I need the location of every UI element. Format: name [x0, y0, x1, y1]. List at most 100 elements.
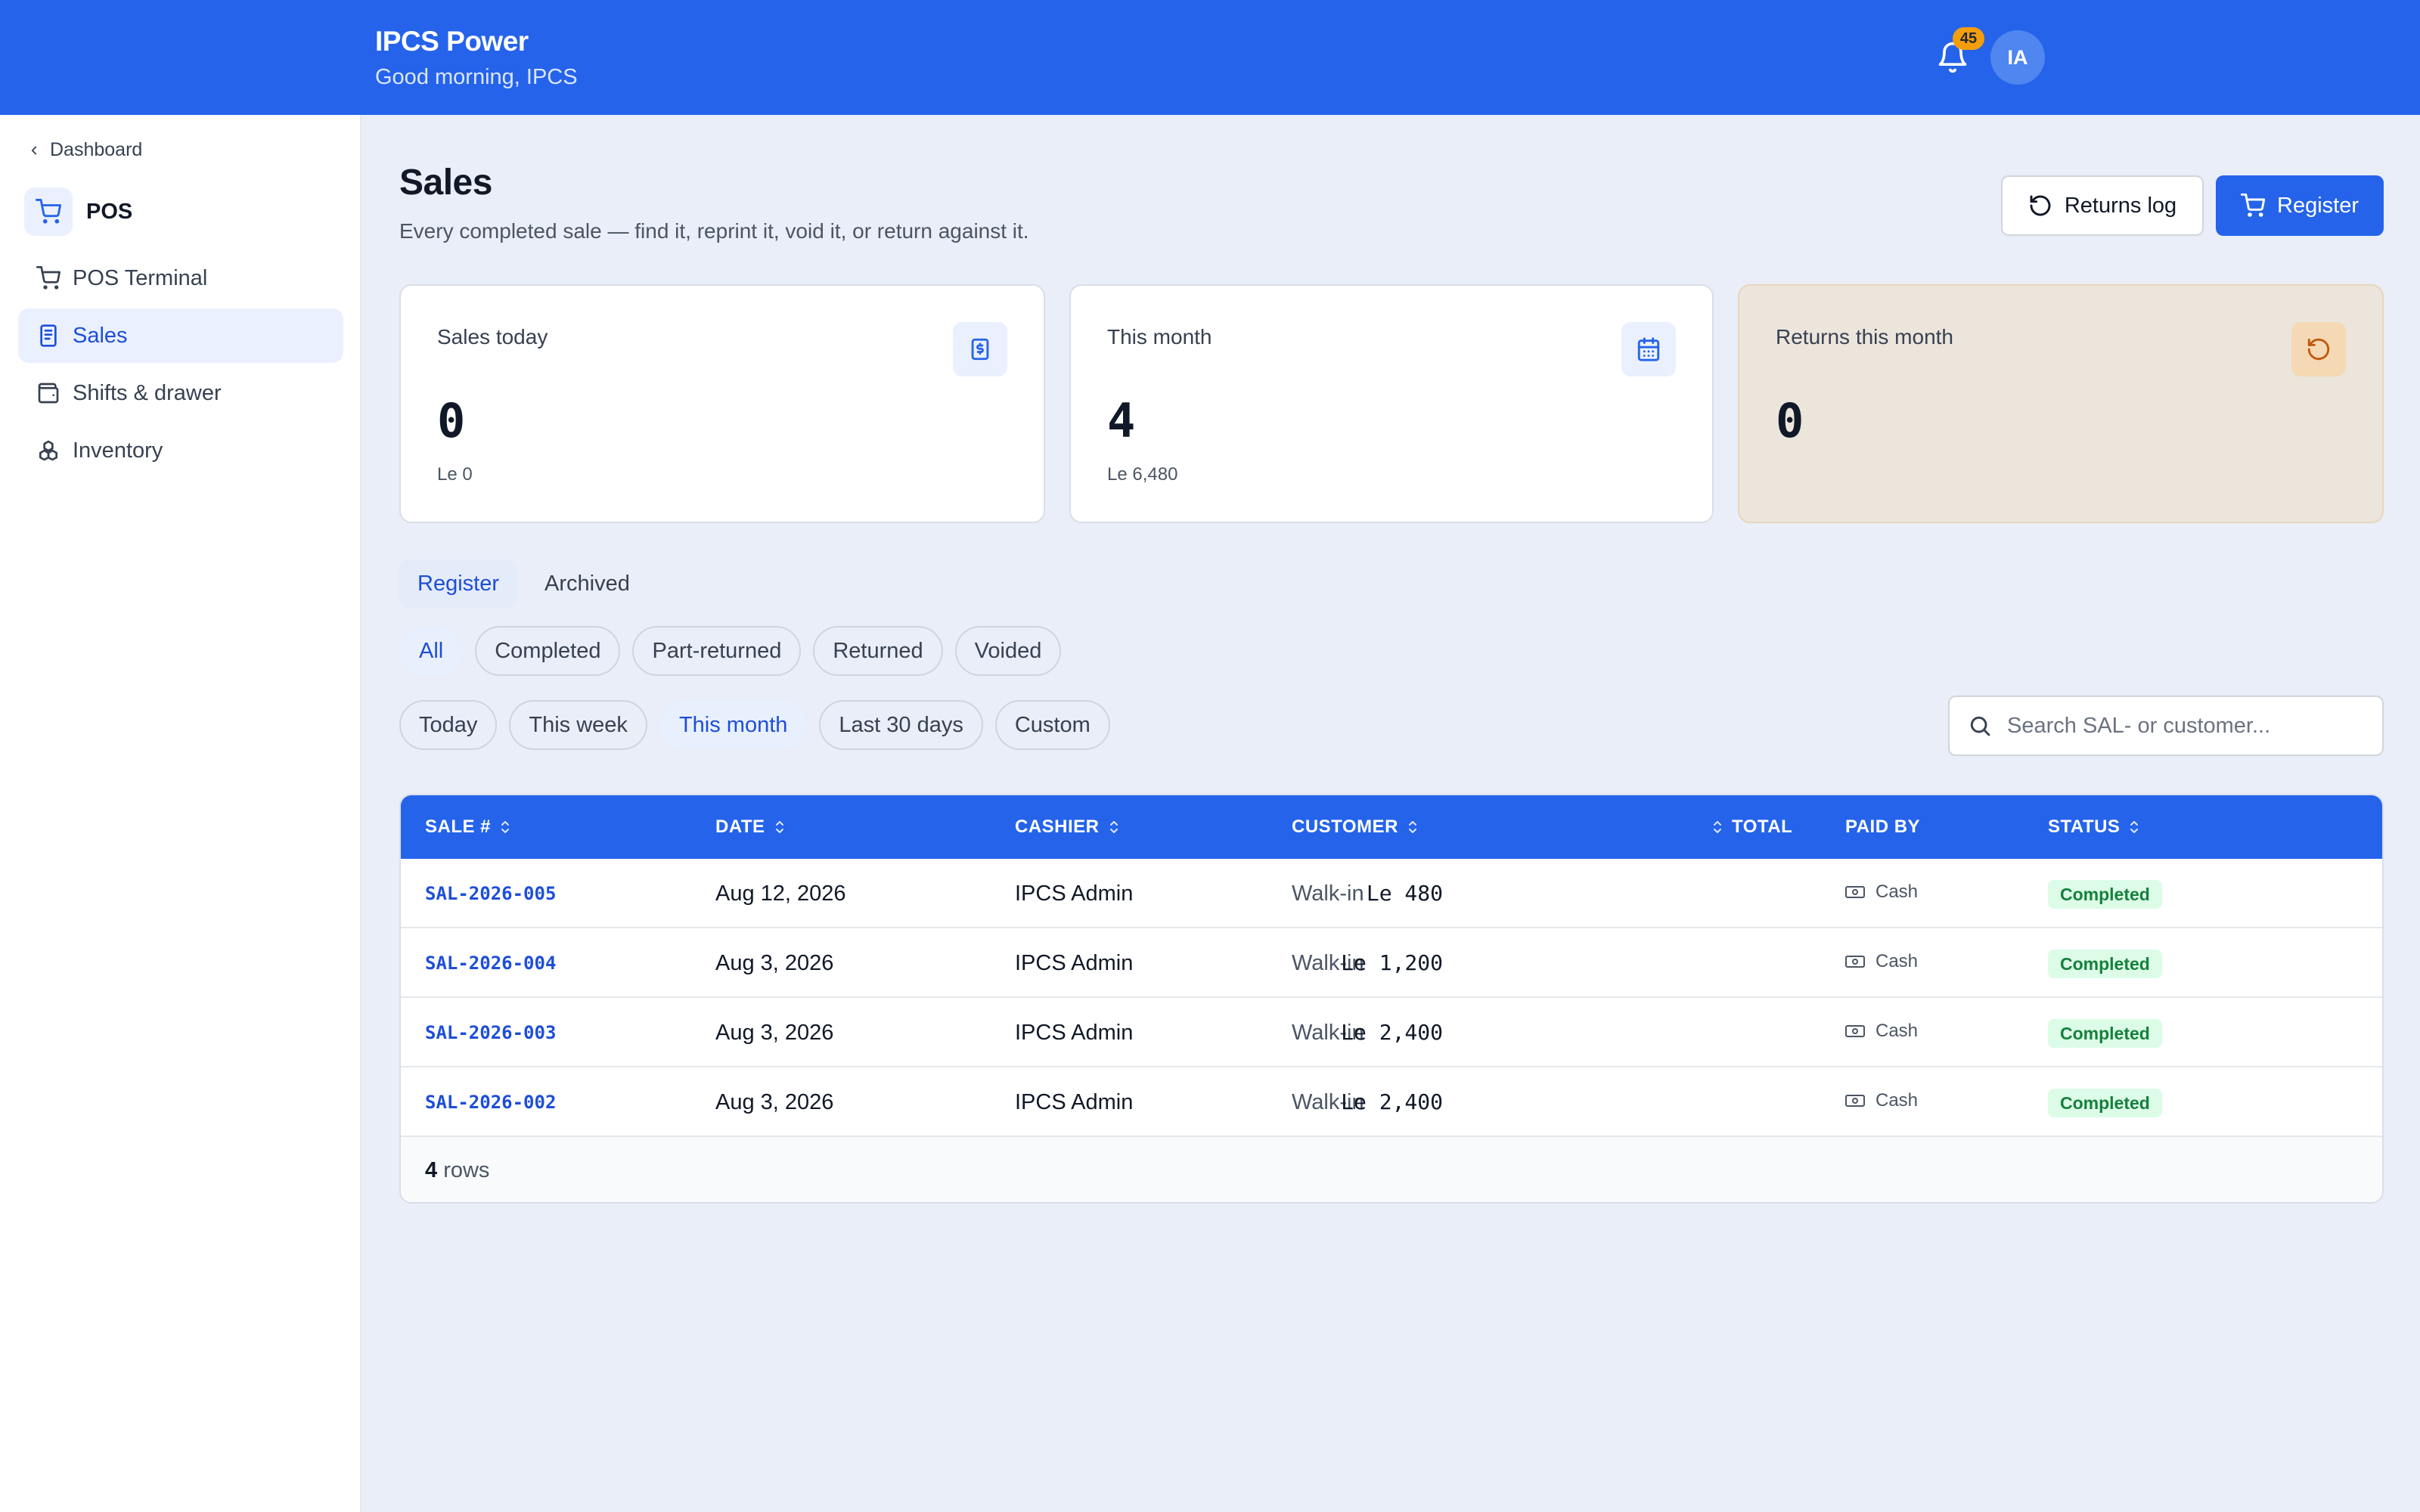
stat-value: 0: [437, 393, 466, 448]
stat-card-this-month: This month 4 Le 6,480: [1069, 284, 1714, 523]
table-header: SALE # DATE CASHIER CUSTOMER TOTAL PAID …: [401, 795, 2382, 859]
table-footer: 4 rows: [401, 1137, 2382, 1202]
status-badge: Completed: [2048, 880, 2162, 909]
column-label: DATE: [715, 816, 765, 837]
column-header-customer[interactable]: CUSTOMER: [1292, 795, 1418, 859]
sidebar-item-label: POS Terminal: [73, 265, 208, 290]
date-filter-group: Today This week This month Last 30 days …: [399, 700, 1110, 750]
brand: IPCS Power Good morning, IPCS: [375, 26, 578, 90]
cart-icon: [24, 187, 73, 236]
register-label: Register: [2277, 193, 2359, 218]
filter-status-completed[interactable]: Completed: [475, 626, 621, 676]
stat-label: Returns this month: [1776, 325, 1953, 349]
column-label: TOTAL: [1732, 816, 1793, 837]
module-label: POS: [86, 199, 133, 224]
receipt-icon: [40, 324, 57, 347]
stat-label: This month: [1107, 325, 1212, 349]
sidebar-item-label: Shifts & drawer: [73, 380, 222, 405]
search-icon: [1970, 716, 1990, 736]
status-filter-group: All Completed Part-returned Returned Voi…: [399, 626, 1062, 676]
sort-icon: [2130, 821, 2139, 833]
undo-icon: [2291, 322, 2346, 376]
table-row[interactable]: SAL-2026-005 Aug 12, 2026 IPCS Admin Wal…: [401, 859, 2382, 928]
sale-date: Aug 3, 2026: [715, 1090, 834, 1114]
stat-sub: Le 6,480: [1107, 464, 1178, 485]
filter-status-voided[interactable]: Voided: [954, 626, 1062, 676]
status-badge: Completed: [2048, 1019, 2162, 1048]
back-to-dashboard-link[interactable]: Dashboard: [27, 139, 142, 161]
paid-by-label: Cash: [1876, 1090, 1919, 1111]
stat-card-sales-today: Sales today 0 Le 0: [399, 284, 1045, 523]
table-row[interactable]: SAL-2026-004 Aug 3, 2026 IPCS Admin Walk…: [401, 928, 2382, 998]
row-count-label: rows: [443, 1158, 490, 1182]
stat-label: Sales today: [437, 325, 548, 349]
sidebar-nav: POS Terminal Sales Shifts & drawer Inven…: [18, 251, 343, 481]
stat-value: 0: [1776, 393, 1804, 448]
sale-number-link[interactable]: SAL-2026-004: [425, 928, 556, 998]
returns-log-button[interactable]: Returns log: [2001, 175, 2204, 236]
sale-total: Le 2,400: [1341, 1089, 1443, 1114]
cash-icon: [1845, 1095, 1865, 1107]
search-box: [1948, 696, 2384, 756]
cart-icon: [36, 266, 60, 290]
sort-icon: [1714, 821, 1721, 833]
sale-cashier: IPCS Admin: [1015, 1021, 1134, 1045]
table-row[interactable]: SAL-2026-002 Aug 3, 2026 IPCS Admin Walk…: [401, 1067, 2382, 1137]
boxes-icon: [39, 440, 57, 461]
sale-number-link[interactable]: SAL-2026-002: [425, 1067, 556, 1137]
page-subtitle: Every completed sale — find it, reprint …: [399, 219, 1029, 243]
cash-icon: [1845, 886, 1865, 898]
status-badge: Completed: [2048, 1089, 2162, 1117]
sales-table: SALE # DATE CASHIER CUSTOMER TOTAL PAID …: [399, 794, 2384, 1204]
tab-archived[interactable]: Archived: [526, 559, 648, 608]
table-row[interactable]: SAL-2026-003 Aug 3, 2026 IPCS Admin Walk…: [401, 998, 2382, 1067]
stat-value: 4: [1107, 393, 1136, 448]
column-label: PAID BY: [1845, 816, 1921, 837]
filter-status-all[interactable]: All: [399, 626, 464, 676]
page-title: Sales: [399, 163, 492, 203]
filter-date-custom[interactable]: Custom: [994, 700, 1110, 750]
stat-sub: Le 0: [437, 464, 473, 485]
register-button[interactable]: Register: [2216, 175, 2384, 236]
column-label: CUSTOMER: [1292, 816, 1398, 837]
sale-number-link[interactable]: SAL-2026-005: [425, 859, 556, 928]
sidebar-item-shifts-drawer[interactable]: Shifts & drawer: [18, 366, 343, 420]
undo-icon: [2030, 195, 2051, 216]
module-header: POS: [24, 187, 132, 236]
filter-date-today[interactable]: Today: [399, 700, 498, 750]
sale-cashier: IPCS Admin: [1015, 1090, 1134, 1114]
sale-total: Le 2,400: [1341, 1020, 1443, 1045]
sidebar-item-pos-terminal[interactable]: POS Terminal: [18, 251, 343, 305]
column-header-status[interactable]: STATUS: [2048, 795, 2139, 859]
sale-number-link[interactable]: SAL-2026-003: [425, 998, 556, 1067]
row-count: 4: [425, 1158, 438, 1182]
cart-icon: [2241, 194, 2265, 217]
status-badge: Completed: [2048, 950, 2162, 978]
search-input[interactable]: [2007, 713, 2355, 739]
stat-card-returns-this-month: Returns this month 0: [1738, 284, 2384, 523]
notification-count-badge: 45: [1953, 27, 1984, 50]
tab-register[interactable]: Register: [399, 559, 517, 608]
filter-status-returned[interactable]: Returned: [813, 626, 943, 676]
paid-by-label: Cash: [1876, 951, 1919, 971]
column-header-sale[interactable]: SALE #: [425, 795, 510, 859]
sidebar-item-inventory[interactable]: Inventory: [18, 423, 343, 478]
filter-status-part-returned[interactable]: Part-returned: [632, 626, 802, 676]
sort-icon: [775, 821, 783, 833]
brand-name: IPCS Power: [375, 26, 529, 57]
sale-paid-by: Cash: [1845, 1067, 1918, 1134]
greeting: Good morning, IPCS: [375, 65, 578, 89]
paid-by-label: Cash: [1876, 881, 1919, 902]
column-header-date[interactable]: DATE: [715, 795, 785, 859]
column-label: SALE #: [425, 816, 492, 837]
column-header-total[interactable]: TOTAL: [1712, 795, 1792, 859]
filter-date-this-week[interactable]: This week: [509, 700, 647, 750]
user-avatar[interactable]: IA: [1990, 30, 2045, 85]
sort-icon: [1109, 821, 1118, 833]
column-header-cashier[interactable]: CASHIER: [1015, 795, 1119, 859]
filter-date-last-30-days[interactable]: Last 30 days: [819, 700, 983, 750]
sale-date: Aug 3, 2026: [715, 1021, 834, 1045]
sidebar-item-sales[interactable]: Sales: [18, 308, 343, 363]
sidebar: Dashboard POS POS Terminal Sales Shifts …: [0, 115, 361, 1512]
filter-date-this-month[interactable]: This month: [659, 700, 808, 750]
